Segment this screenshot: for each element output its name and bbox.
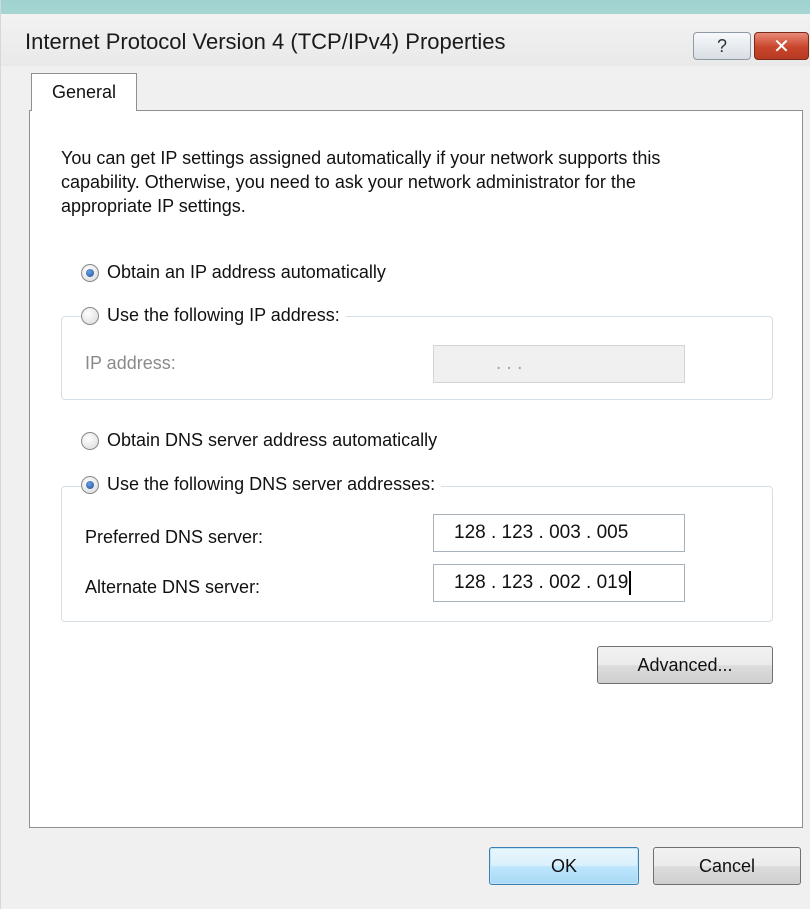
- use-following-dns-label: Use the following DNS server addresses:: [107, 474, 436, 494]
- title-bar[interactable]: Internet Protocol Version 4 (TCP/IPv4) P…: [1, 14, 810, 66]
- use-following-ip-radio[interactable]: [81, 306, 99, 325]
- close-button[interactable]: ✕: [754, 32, 809, 60]
- obtain-dns-auto-label: Obtain DNS server address automatically: [107, 430, 438, 450]
- obtain-ip-auto-label: Obtain an IP address automatically: [107, 262, 386, 282]
- ok-button[interactable]: OK: [489, 847, 639, 885]
- obtain-dns-auto-option[interactable]: Obtain DNS server address automatically: [81, 430, 444, 451]
- close-icon: ✕: [773, 35, 790, 58]
- obtain-ip-auto-radio[interactable]: [81, 263, 99, 282]
- ip-address-field: . . .: [433, 345, 685, 383]
- tab-general-label: General: [51, 82, 117, 102]
- window-title: Internet Protocol Version 4 (TCP/IPv4) P…: [25, 29, 506, 54]
- help-icon: ?: [716, 35, 727, 56]
- help-button[interactable]: ?: [693, 32, 751, 60]
- ip-address-value: . . .: [496, 353, 523, 374]
- use-following-dns-option[interactable]: Use the following DNS server addresses:: [81, 474, 442, 495]
- window-top-accent: [1, 0, 810, 14]
- tab-general[interactable]: General: [31, 73, 137, 111]
- ok-button-label: OK: [550, 855, 577, 876]
- obtain-dns-auto-radio[interactable]: [81, 431, 99, 450]
- preferred-dns-field[interactable]: 128 . 123 . 003 . 005: [433, 514, 685, 552]
- alternate-dns-field[interactable]: 128 . 123 . 002 . 019: [433, 564, 685, 602]
- use-following-dns-radio[interactable]: [81, 475, 99, 494]
- ipv4-properties-dialog: Internet Protocol Version 4 (TCP/IPv4) P…: [0, 0, 810, 909]
- obtain-ip-auto-option[interactable]: Obtain an IP address automatically: [81, 262, 392, 283]
- preferred-dns-value: 128 . 123 . 003 . 005: [454, 522, 629, 543]
- alternate-dns-value: 128 . 123 . 002 . 019: [454, 572, 629, 593]
- advanced-button-label: Advanced...: [637, 654, 733, 675]
- cancel-button-label: Cancel: [698, 855, 756, 876]
- use-following-ip-label: Use the following IP address:: [107, 305, 340, 325]
- text-cursor: [629, 571, 632, 595]
- alternate-dns-label: Alternate DNS server:: [85, 577, 261, 597]
- ip-address-label: IP address:: [85, 353, 176, 373]
- advanced-button[interactable]: Advanced...: [597, 646, 773, 684]
- preferred-dns-label: Preferred DNS server:: [85, 527, 264, 547]
- cancel-button[interactable]: Cancel: [653, 847, 801, 885]
- intro-text: You can get IP settings assigned automat…: [61, 148, 661, 216]
- use-following-ip-option[interactable]: Use the following IP address:: [81, 305, 346, 326]
